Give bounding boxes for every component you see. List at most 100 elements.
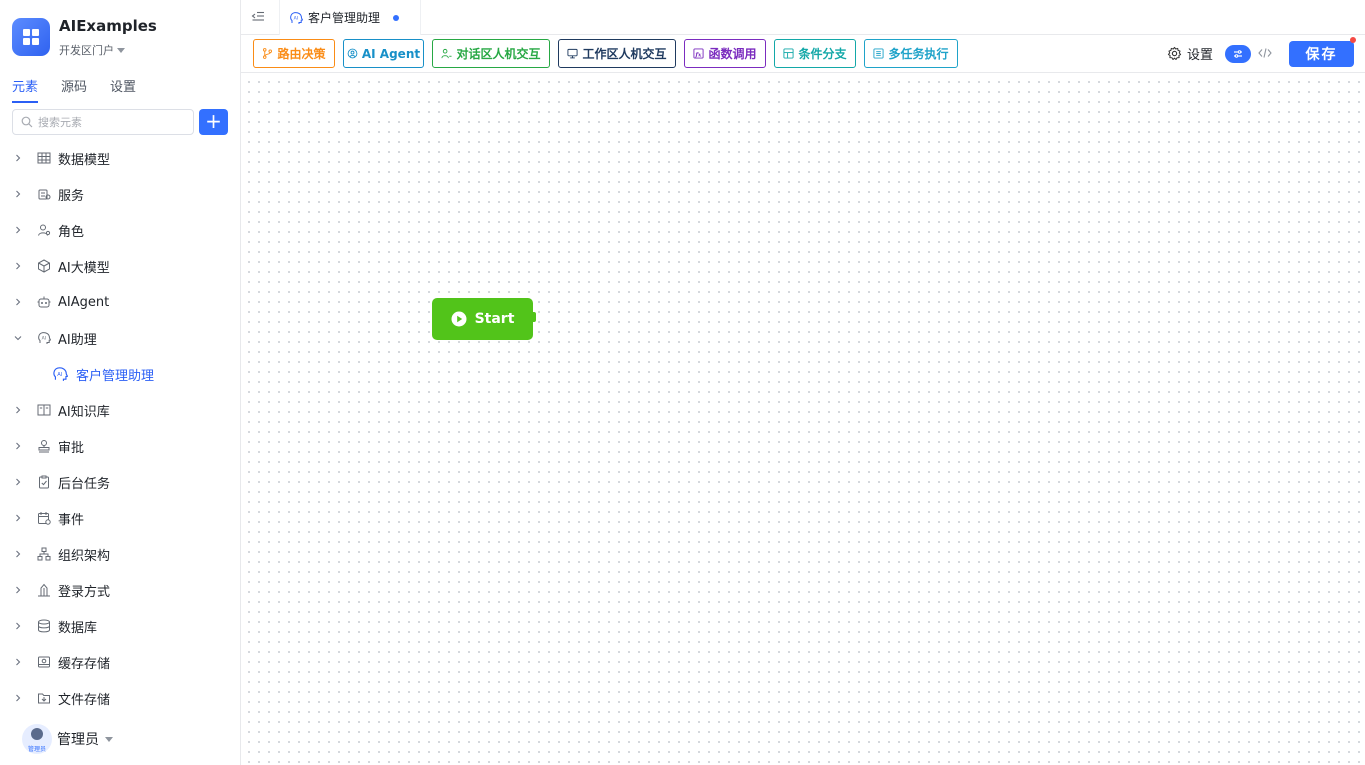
button-label: 工作区人机交互 — [582, 47, 667, 61]
sidebar: AIExamples 开发区门户 元素 源码 设置 + 数据模型 — [0, 0, 241, 765]
chat-interaction-button[interactable]: 对话区人机交互 — [432, 39, 550, 68]
avatar-label: 管理员 — [27, 746, 46, 753]
sidebar-item-label: 审批 — [58, 440, 85, 456]
search-box — [12, 109, 194, 135]
sidebar-item-label: 角色 — [58, 224, 85, 240]
chevron-right-icon[interactable] — [0, 694, 36, 702]
chevron-right-icon[interactable] — [0, 298, 36, 306]
tab-elements[interactable]: 元素 — [12, 76, 39, 103]
button-label: 多任务执行 — [888, 47, 949, 61]
code-icon[interactable] — [1258, 47, 1272, 59]
service-icon — [36, 186, 52, 202]
chevron-right-icon[interactable] — [0, 406, 36, 414]
sidebar-item-label: 组织架构 — [58, 548, 111, 564]
sidebar-item-label: 数据库 — [58, 620, 98, 636]
sidebar-item-label: AIAgent — [58, 294, 110, 310]
start-node[interactable]: Start — [432, 298, 536, 340]
ai-agent-button[interactable]: AI Agent — [343, 39, 424, 68]
route-decision-button[interactable]: 路由决策 — [253, 39, 335, 68]
table-icon — [36, 150, 52, 166]
user-menu[interactable]: 管理员 管理员 — [22, 724, 113, 754]
sidebar-item-label: 服务 — [58, 188, 85, 204]
sidebar-item-login[interactable]: 登录方式 — [0, 572, 240, 608]
app-root: AIExamples 开发区门户 元素 源码 设置 + 数据模型 — [0, 0, 1365, 765]
chevron-right-icon[interactable] — [0, 226, 36, 234]
add-element-button[interactable]: + — [199, 109, 228, 135]
database-icon — [36, 618, 52, 634]
agent-icon — [347, 48, 358, 59]
flow-canvas[interactable]: Start — [241, 74, 1365, 765]
sidebar-item-ai-model[interactable]: AI大模型 — [0, 248, 240, 284]
portal-selector[interactable]: 开发区门户 — [59, 42, 125, 58]
save-button[interactable]: 保存 — [1289, 41, 1354, 67]
sidebar-item-org[interactable]: 组织架构 — [0, 536, 240, 572]
app-name: AIExamples — [59, 17, 157, 35]
chevron-right-icon[interactable] — [0, 442, 36, 450]
chevron-right-icon[interactable] — [0, 478, 36, 486]
ai-assistant-icon: AI — [52, 366, 68, 382]
sidebar-item-role[interactable]: 角色 — [0, 212, 240, 248]
condition-branch-button[interactable]: 条件分支 — [774, 39, 856, 68]
gear-icon — [1167, 46, 1182, 61]
play-icon — [451, 311, 467, 327]
multi-task-button[interactable]: 多任务执行 — [864, 39, 958, 68]
sidebar-item-service[interactable]: 服务 — [0, 176, 240, 212]
sidebar-item-ai-assistant[interactable]: AI AI助理 — [0, 320, 240, 356]
chevron-right-icon[interactable] — [0, 514, 36, 522]
sidebar-item-ai-agent[interactable]: AIAgent — [0, 284, 240, 320]
sidebar-item-database[interactable]: 数据库 — [0, 608, 240, 644]
sidebar-item-ai-knowledge[interactable]: AI知识库 — [0, 392, 240, 428]
sidebar-item-data-model[interactable]: 数据模型 — [0, 140, 240, 176]
chevron-right-icon[interactable] — [0, 154, 36, 162]
collapse-sidebar-icon[interactable] — [251, 10, 265, 24]
button-label: AI Agent — [361, 46, 421, 61]
search-input[interactable] — [38, 115, 188, 129]
function-icon: fx — [693, 48, 705, 59]
sidebar-item-label: 缓存存储 — [58, 656, 111, 672]
login-icon — [36, 582, 52, 598]
portal-label: 开发区门户 — [59, 44, 114, 57]
chevron-down-icon — [117, 47, 125, 53]
chevron-right-icon[interactable] — [0, 586, 36, 594]
sidebar-item-label: 登录方式 — [58, 584, 111, 600]
sidebar-item-label: 后台任务 — [58, 476, 111, 492]
sidebar-item-background-task[interactable]: 后台任务 — [0, 464, 240, 500]
chevron-right-icon[interactable] — [0, 190, 36, 198]
chevron-down-icon[interactable] — [0, 334, 36, 342]
search-icon — [21, 116, 33, 128]
chevron-right-icon[interactable] — [0, 658, 36, 666]
settings-label: 设置 — [1187, 48, 1214, 63]
button-label: 函数调用 — [708, 47, 757, 61]
chevron-right-icon[interactable] — [0, 622, 36, 630]
sidebar-item-file-storage[interactable]: 文件存储 — [0, 680, 240, 716]
sidebar-item-event[interactable]: 事件 — [0, 500, 240, 536]
sidebar-item-approval[interactable]: 审批 — [0, 428, 240, 464]
tab-customer-assistant[interactable]: AI 客户管理助理 — [279, 0, 421, 35]
ai-assistant-icon: AI — [290, 11, 303, 24]
workspace-interaction-button[interactable]: 工作区人机交互 — [558, 39, 676, 68]
output-port[interactable] — [531, 312, 536, 322]
view-toggle[interactable] — [1225, 45, 1251, 63]
file-storage-icon — [36, 690, 52, 706]
tab-settings[interactable]: 设置 — [110, 76, 136, 103]
function-call-button[interactable]: fx 函数调用 — [684, 39, 766, 68]
button-label: 条件分支 — [798, 47, 847, 61]
chevron-down-icon — [105, 736, 113, 742]
sidebar-item-customer-assistant[interactable]: AI 客户管理助理 — [0, 356, 240, 392]
tab-source[interactable]: 源码 — [61, 76, 87, 103]
svg-text:AI: AI — [294, 15, 298, 21]
app-logo — [12, 18, 50, 56]
chevron-right-icon[interactable] — [0, 550, 36, 558]
chevron-right-icon[interactable] — [0, 262, 36, 270]
sliders-icon — [1234, 50, 1242, 58]
book-icon — [36, 402, 52, 418]
role-icon — [36, 222, 52, 238]
settings-button[interactable]: 设置 — [1167, 44, 1213, 63]
robot-icon — [36, 294, 52, 310]
sidebar-item-label: AI助理 — [58, 332, 97, 348]
cube-icon — [36, 258, 52, 274]
unsaved-indicator — [393, 14, 400, 21]
sidebar-item-label: 事件 — [58, 512, 85, 528]
sidebar-item-cache[interactable]: 缓存存储 — [0, 644, 240, 680]
sidebar-item-label: AI知识库 — [58, 404, 110, 420]
